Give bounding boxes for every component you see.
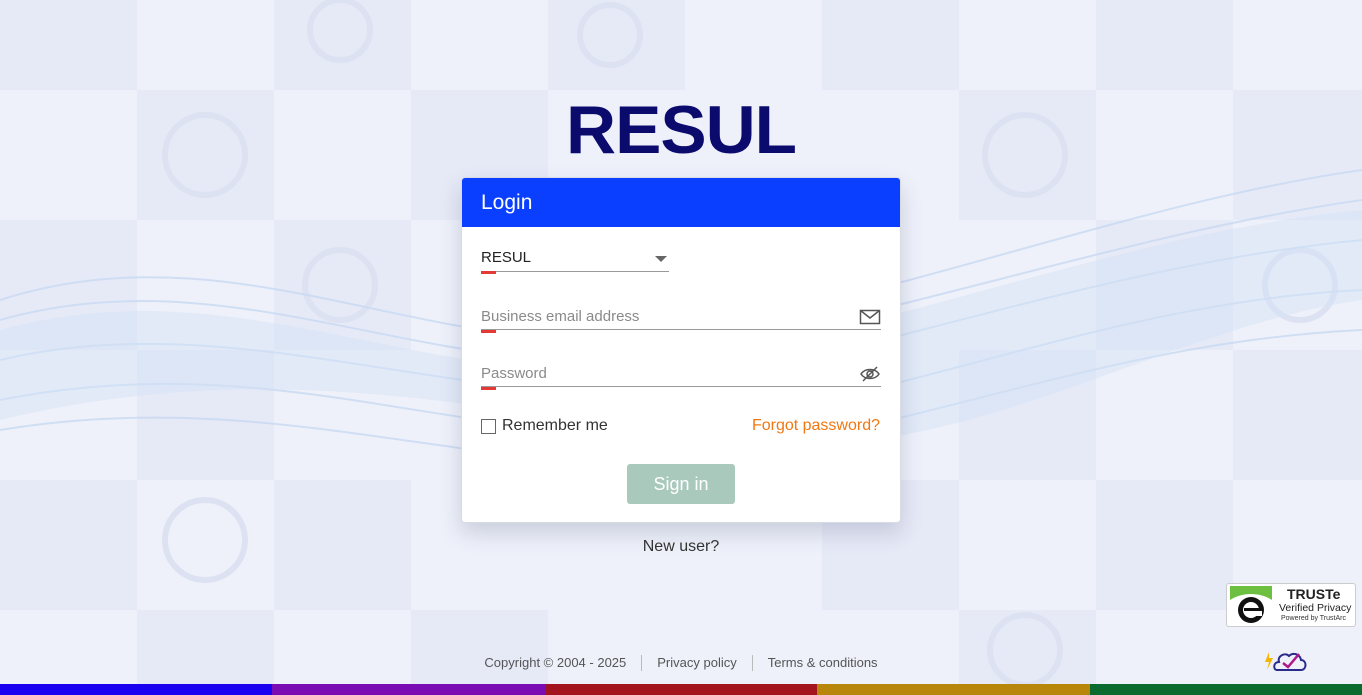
chevron-down-icon xyxy=(655,256,667,262)
login-card: Login RESUL Remember me Forgot password?… xyxy=(461,177,901,523)
field-accent xyxy=(481,387,496,390)
color-stripe-bar xyxy=(0,684,1362,695)
envelope-icon xyxy=(859,309,881,325)
email-field-wrapper xyxy=(481,304,881,333)
sign-in-button[interactable]: Sign in xyxy=(627,464,735,504)
remember-label: Remember me xyxy=(502,417,608,434)
password-field-wrapper xyxy=(481,361,881,390)
new-user-link[interactable]: New user? xyxy=(0,538,1362,556)
remember-checkbox[interactable] xyxy=(481,418,496,434)
truste-badge[interactable]: TRUSTe Verified Privacy Powered by Trust… xyxy=(1226,583,1356,627)
stripe-red xyxy=(544,684,818,695)
truste-seal-icon xyxy=(1230,586,1272,624)
copyright-text: Copyright © 2004 - 2025 xyxy=(484,655,627,670)
truste-title: TRUSTe xyxy=(1287,586,1341,602)
terms-link[interactable]: Terms & conditions xyxy=(753,655,893,671)
eye-off-icon[interactable] xyxy=(859,365,881,383)
stripe-green xyxy=(1089,684,1362,695)
field-accent xyxy=(481,271,496,274)
privacy-policy-link[interactable]: Privacy policy xyxy=(642,655,751,671)
remember-me[interactable]: Remember me xyxy=(481,417,608,435)
forgot-password-link[interactable]: Forgot password? xyxy=(752,417,880,435)
brand-logo: RESUL xyxy=(566,92,797,168)
truste-powered: Powered by TrustArc xyxy=(1281,615,1346,622)
cloud-check-icon xyxy=(1265,652,1307,671)
account-select-value: RESUL xyxy=(481,249,532,266)
stripe-gold xyxy=(817,684,1090,695)
field-accent xyxy=(481,330,496,333)
truste-subtitle: Verified Privacy xyxy=(1279,602,1352,614)
account-select[interactable]: RESUL xyxy=(481,246,669,274)
stripe-purple xyxy=(272,684,545,695)
email-field[interactable] xyxy=(481,304,881,330)
login-title: Login xyxy=(462,178,900,227)
footer: Copyright © 2004 - 2025 Privacy policy T… xyxy=(0,655,1362,671)
password-field[interactable] xyxy=(481,361,881,387)
stripe-blue xyxy=(0,684,273,695)
